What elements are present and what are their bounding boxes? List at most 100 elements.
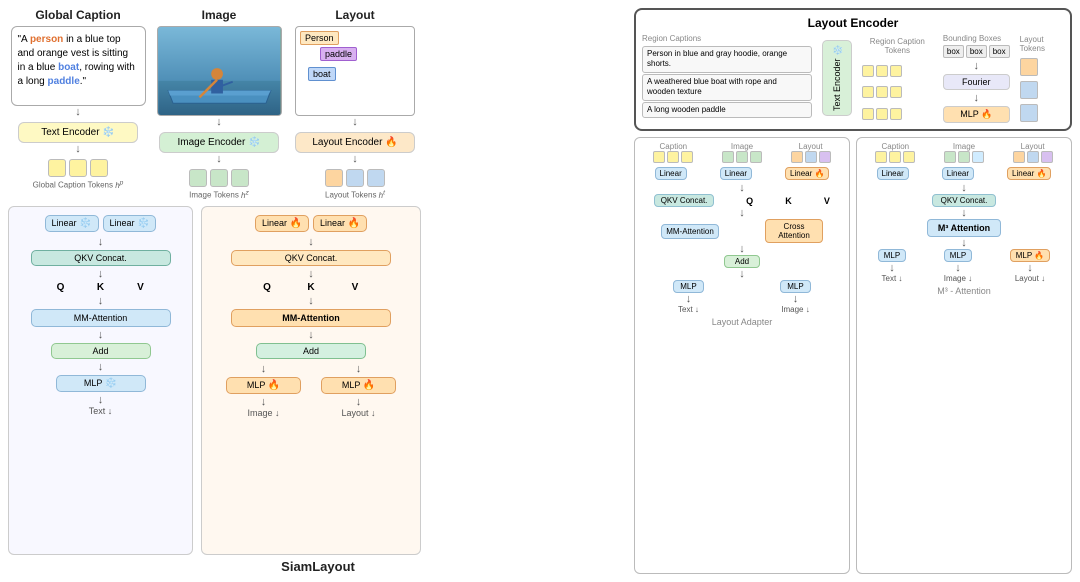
la-q-label: Q bbox=[746, 194, 753, 207]
la-layout-tok-row bbox=[791, 151, 831, 163]
token-3 bbox=[90, 159, 108, 177]
m3-layout-label: Layout bbox=[1021, 142, 1045, 151]
la-token-header: Caption Image bbox=[639, 142, 845, 163]
m3-mlp1-col: MLP ↓ Text ↓ bbox=[878, 249, 906, 283]
layout-encoder-box-small: Layout Encoder 🔥 bbox=[295, 132, 415, 153]
layout-encoder-box: Layout Encoder Region Captions Person in… bbox=[634, 8, 1072, 131]
bottom-right: Caption Image bbox=[634, 137, 1072, 574]
m3-caption-tok-row bbox=[875, 151, 915, 163]
m3-qkv-concat: QKV Concat. bbox=[932, 194, 997, 207]
m3-attention: Caption Image bbox=[856, 137, 1072, 574]
arrow-caption-encoder: ↓ bbox=[75, 106, 81, 118]
la-it2 bbox=[736, 151, 748, 163]
top-row: Global Caption "A person in a blue top a… bbox=[8, 8, 628, 200]
arrow-layout-tokens: ↓ bbox=[352, 153, 358, 165]
text-arrow2: ↓ bbox=[98, 268, 104, 280]
flow-section: Linear ❄️ Linear ❄️ ↓ QKV Concat. ↓ Q K … bbox=[8, 206, 628, 555]
layout-out-token3 bbox=[1020, 104, 1038, 122]
layout-tokens-header: Layout Tokens bbox=[1020, 35, 1064, 53]
rct-t9 bbox=[890, 108, 902, 120]
text-branch: Linear ❄️ Linear ❄️ ↓ QKV Concat. ↓ Q K … bbox=[8, 206, 193, 555]
le-bbox-col: Bounding Boxes box box box ↓ Fourier ↓ M… bbox=[943, 34, 1010, 123]
text-arrow6: ↓ bbox=[98, 394, 104, 406]
arrow-encoder-tokens: ↓ bbox=[75, 143, 81, 155]
image-encoder-box: Image Encoder ❄️ bbox=[159, 132, 279, 153]
center-k-label: K bbox=[291, 282, 331, 293]
m3-caption-label: Caption bbox=[882, 142, 910, 151]
la-arrow2: ↓ bbox=[639, 207, 845, 219]
caption-end: ." bbox=[80, 76, 86, 87]
text-encoder-box: Text Encoder ❄️ bbox=[18, 122, 138, 143]
m3-arrow4c: ↓ bbox=[1027, 262, 1033, 274]
layout-tokens-row bbox=[325, 169, 385, 187]
layout-adapter-title: Layout Adapter bbox=[639, 317, 845, 327]
img-token-1 bbox=[189, 169, 207, 187]
box-label3: box bbox=[989, 45, 1010, 58]
text-linear2: Linear ❄️ bbox=[103, 215, 157, 232]
text-encoder-label: Text Encoder ❄️ bbox=[41, 127, 115, 138]
m3-it2 bbox=[958, 151, 970, 163]
la-image-out: Image ↓ bbox=[781, 305, 809, 314]
m3-linear1: Linear bbox=[877, 167, 909, 180]
text-mlp: MLP ❄️ bbox=[56, 375, 146, 392]
m3-layout-tok-row bbox=[1013, 151, 1053, 163]
center-output-layout: Layout ↓ bbox=[341, 408, 375, 418]
center-arrow5a: ↓ bbox=[261, 363, 267, 375]
m3-mlp1: MLP bbox=[878, 249, 906, 262]
rct-t4 bbox=[862, 86, 874, 98]
right-section: Layout Encoder Region Captions Person in… bbox=[634, 8, 1072, 574]
la-ct2 bbox=[667, 151, 679, 163]
m3-it1 bbox=[944, 151, 956, 163]
la-add-wrap: Add bbox=[639, 255, 845, 268]
m3-lt1 bbox=[1013, 151, 1025, 163]
layout-encoder-title: Layout Encoder bbox=[642, 16, 1064, 30]
center-arrow6a: ↓ bbox=[261, 396, 267, 408]
m3-arrow3: ↓ bbox=[861, 237, 1067, 249]
rct-row2 bbox=[862, 86, 933, 98]
m3-mlp3-col: MLP 🔥 ↓ Layout ↓ bbox=[1010, 249, 1051, 283]
la-mlp2-col: MLP ↓ Image ↓ bbox=[780, 280, 810, 314]
la-arrow3: ↓ bbox=[639, 243, 845, 255]
la-linear3: Linear 🔥 bbox=[785, 167, 829, 180]
la-qkv-concat: QKV Concat. bbox=[654, 194, 714, 207]
text-output: Text ↓ bbox=[89, 406, 113, 416]
caption-paddle: paddle bbox=[48, 76, 80, 87]
text-arrow5: ↓ bbox=[98, 361, 104, 373]
rct-row1 bbox=[862, 65, 933, 77]
center-output-image: Image ↓ bbox=[247, 408, 279, 418]
arrow-image-tokens: ↓ bbox=[216, 153, 222, 165]
center-arrow2: ↓ bbox=[308, 268, 314, 280]
la-add: Add bbox=[724, 255, 760, 268]
lay-token-3 bbox=[367, 169, 385, 187]
m3-arrow2: ↓ bbox=[861, 207, 1067, 219]
rct-t2 bbox=[876, 65, 888, 77]
layout-adapter: Caption Image bbox=[634, 137, 850, 574]
m3-lt3 bbox=[1041, 151, 1053, 163]
token-1 bbox=[48, 159, 66, 177]
image-layout-branch: Linear 🔥 Linear 🔥 ↓ QKV Concat. ↓ Q K V … bbox=[201, 206, 421, 555]
la-mlp1: MLP bbox=[673, 280, 703, 293]
image-token-label: Image Tokens hz bbox=[189, 189, 249, 200]
la-layout-tokens: Layout bbox=[791, 142, 831, 163]
m3-attention-box: M³ Attention bbox=[927, 219, 1001, 237]
center-mm-attention: MM-Attention bbox=[231, 309, 391, 327]
center-mlp2: MLP 🔥 bbox=[321, 377, 396, 394]
m3-arrow4b: ↓ bbox=[955, 262, 961, 274]
arrow-layout-encoder: ↓ bbox=[352, 116, 358, 128]
center-qkv: QKV Concat. bbox=[231, 250, 391, 266]
la-caption-label: Caption bbox=[660, 142, 688, 151]
la-arrow6: ↓ bbox=[793, 293, 799, 305]
center-qkv-row: Q K V bbox=[247, 282, 375, 293]
text-qkv-row: Q K V bbox=[43, 282, 159, 293]
la-lt1 bbox=[791, 151, 803, 163]
text-add: Add bbox=[51, 343, 151, 359]
arrow-image-encoder: ↓ bbox=[216, 116, 222, 128]
m3-mlp-row: MLP ↓ Text ↓ MLP ↓ Image ↓ MLP 🔥 ↓ Layou… bbox=[861, 249, 1067, 283]
la-mlp-row: MLP ↓ Text ↓ MLP ↓ Image ↓ bbox=[639, 280, 845, 314]
m3-attention-title: M³ - Attention bbox=[861, 286, 1067, 296]
image-tokens-row bbox=[189, 169, 249, 187]
rct-t8 bbox=[876, 108, 888, 120]
m3-mlp3: MLP 🔥 bbox=[1010, 249, 1051, 262]
la-arrow5: ↓ bbox=[686, 293, 692, 305]
image-encoder-label: Image Encoder ❄️ bbox=[177, 137, 260, 148]
